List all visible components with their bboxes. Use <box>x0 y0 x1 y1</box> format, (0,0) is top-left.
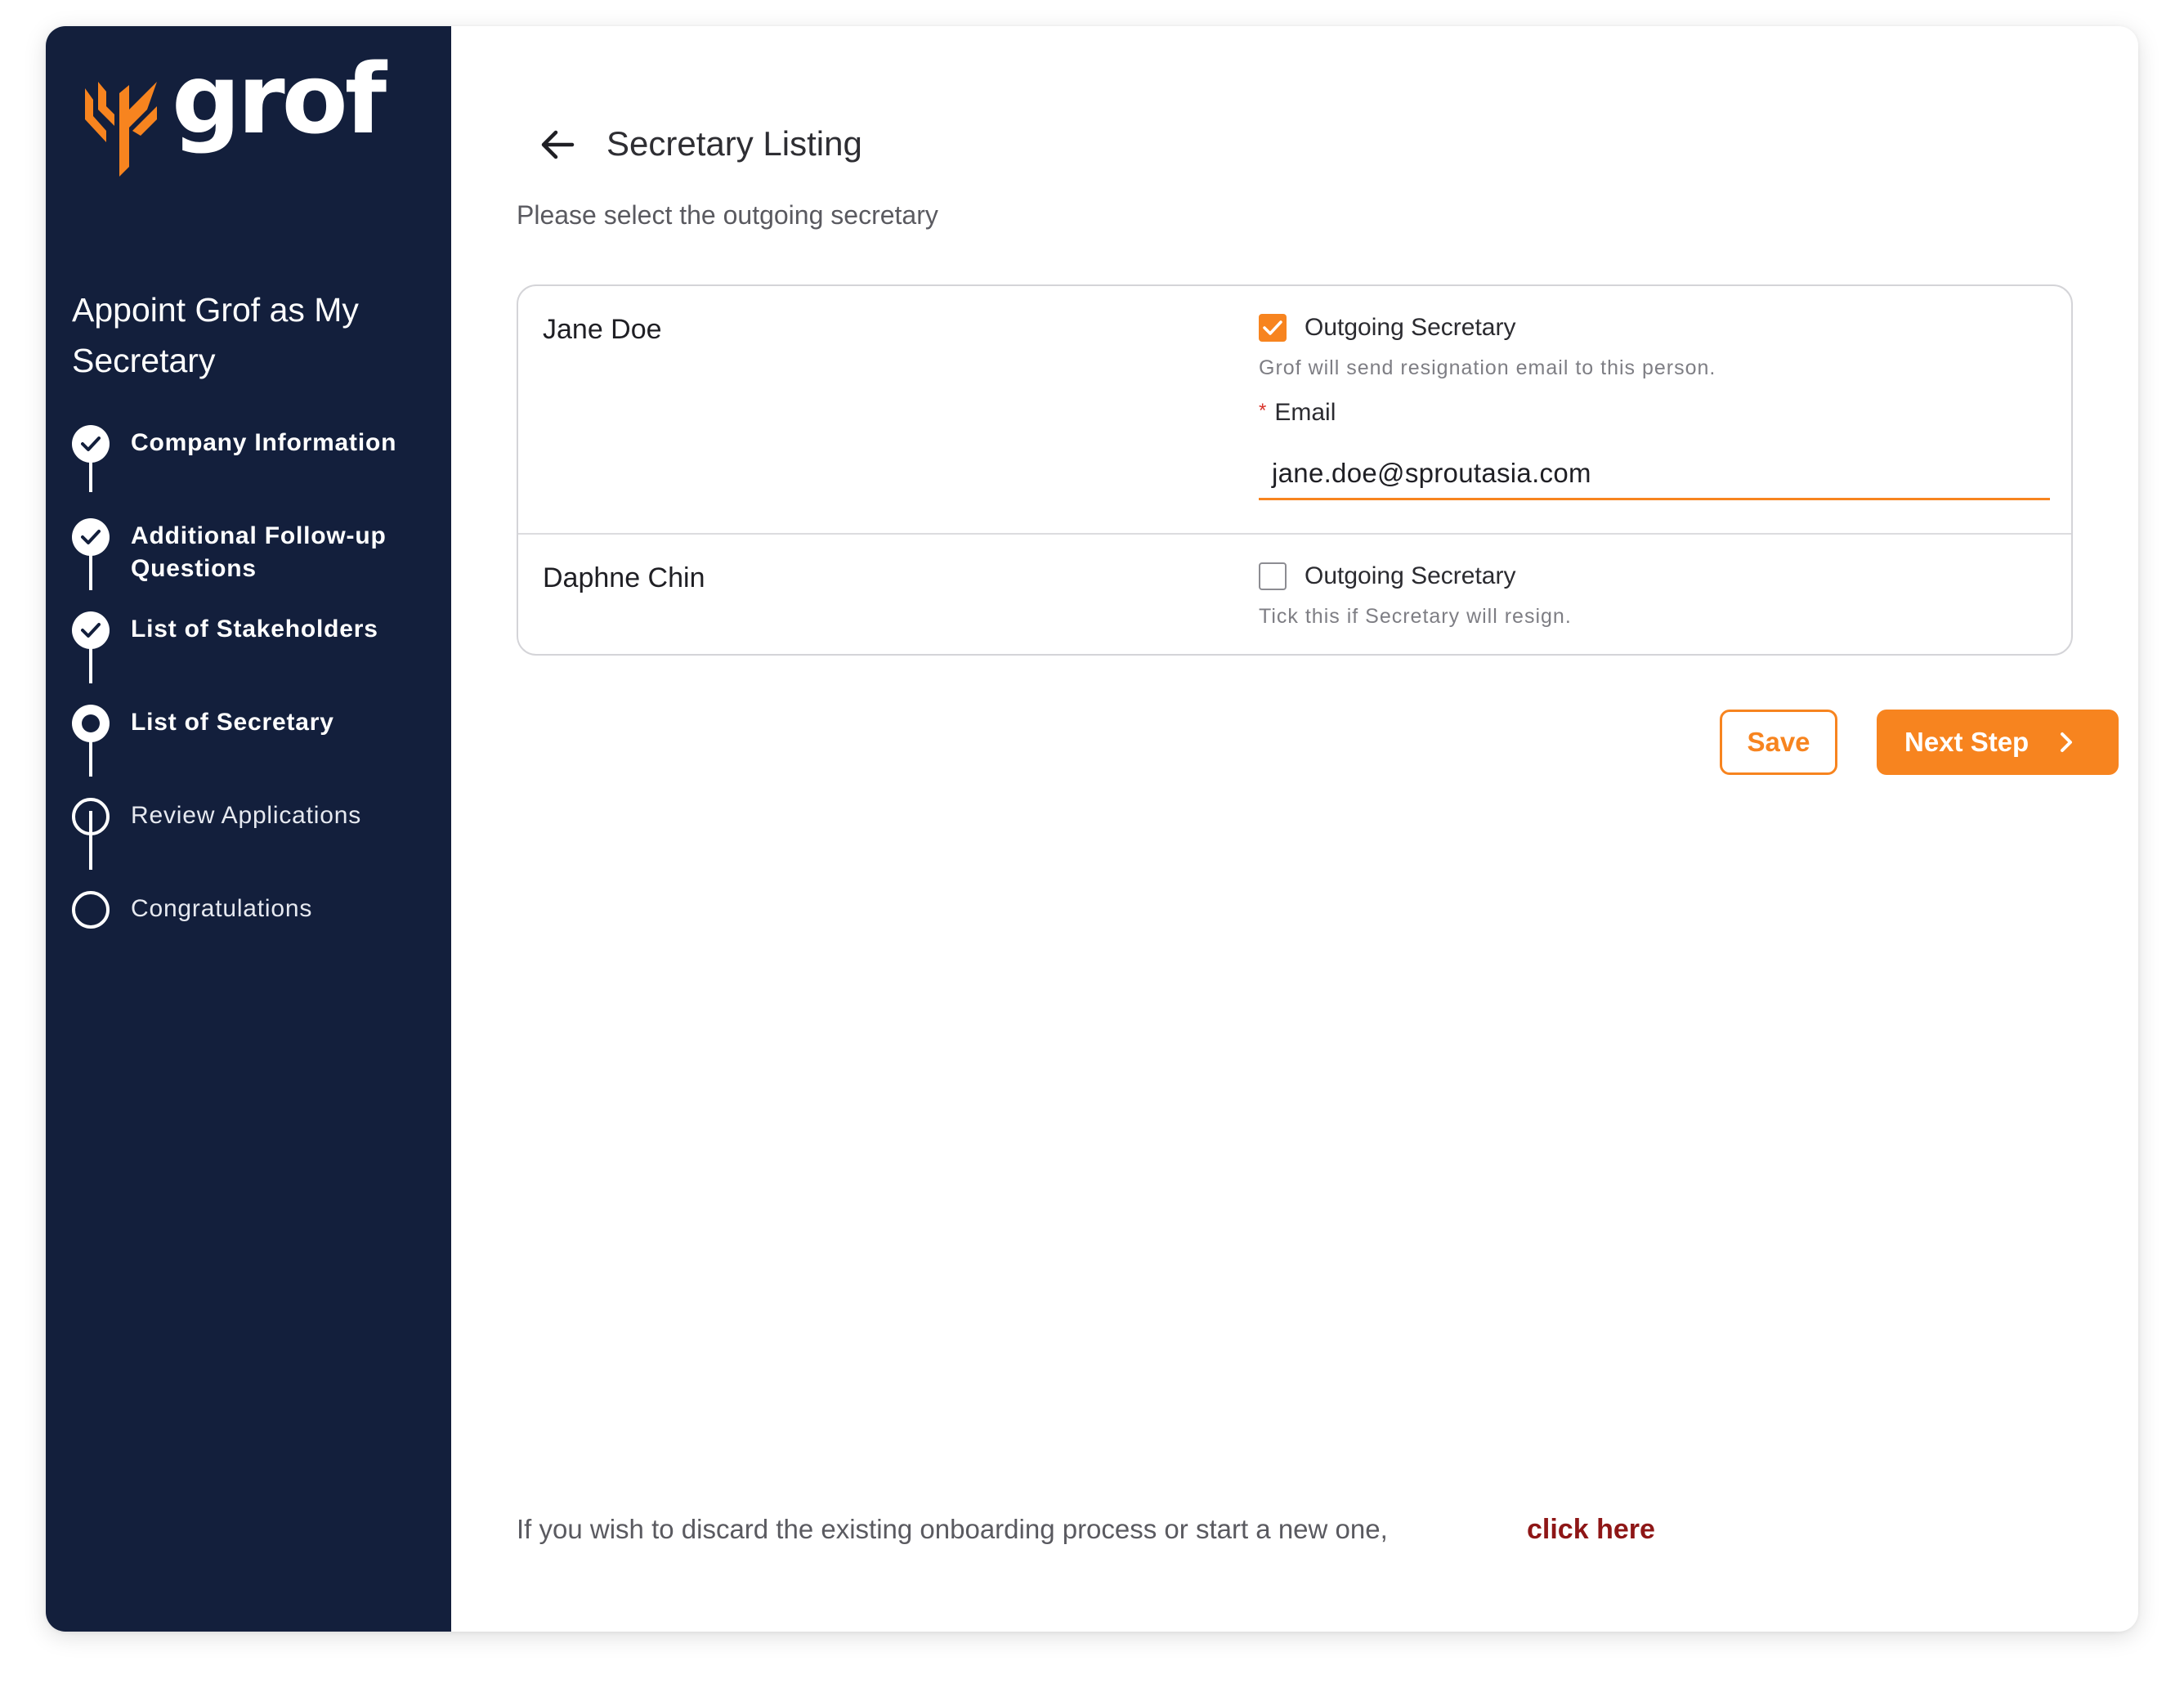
step-pending-icon <box>72 798 110 835</box>
checkbox-hint: Grof will send resignation email to this… <box>1259 356 1716 379</box>
step-done-check-icon <box>72 518 110 556</box>
grof-wordmark: grof <box>172 43 387 155</box>
step-label: Congratulations <box>131 895 313 922</box>
step-label: Review Applications <box>131 802 362 829</box>
save-button[interactable]: Save <box>1720 710 1837 775</box>
required-marker: * <box>1259 400 1267 422</box>
step-current-icon <box>72 705 110 742</box>
row-divider <box>518 533 2071 535</box>
chevron-right-icon <box>2061 732 2072 752</box>
arrow-left-icon[interactable] <box>538 124 579 165</box>
email-label-text: Email <box>1274 399 1336 426</box>
sidebar-title: Appoint Grof as My Secretary <box>72 291 359 379</box>
next-step-label: Next Step <box>1904 727 2030 757</box>
outgoing-secretary-checkbox[interactable] <box>1259 314 1287 342</box>
page-subtitle: Please select the outgoing secretary <box>517 200 938 230</box>
step-done-check-icon <box>72 611 110 649</box>
check-icon <box>1263 320 1282 335</box>
step-pending-icon <box>72 891 110 929</box>
app-window: grof Appoint Grof as My Secretary Compan… <box>46 26 2138 1632</box>
sidebar: grof Appoint Grof as My Secretary Compan… <box>46 26 451 1632</box>
outgoing-secretary-label: Outgoing Secretary <box>1305 562 1516 589</box>
grof-logo-icon <box>85 82 157 177</box>
secretary-name: Jane Doe <box>543 314 662 345</box>
grof-logo: grof <box>82 51 392 177</box>
outgoing-secretary-checkbox[interactable] <box>1259 562 1287 590</box>
secretary-name: Daphne Chin <box>543 562 705 593</box>
main-content: Secretary Listing Please select the outg… <box>451 26 2138 1632</box>
next-step-button[interactable]: Next Step <box>1877 710 2119 775</box>
step-label: Company Information <box>131 429 397 456</box>
discard-notice-text: If you wish to discard the existing onbo… <box>517 1514 1388 1544</box>
secretary-list-card: Jane Doe Outgoing Secretary Grof will se… <box>517 284 2073 656</box>
step-done-check-icon <box>72 425 110 463</box>
step-label: List of Secretary <box>131 709 334 736</box>
email-input[interactable]: jane.doe@sproutasia.com <box>1259 446 2050 500</box>
step-label: Additional Follow-up Questions <box>131 522 387 582</box>
outgoing-secretary-label: Outgoing Secretary <box>1305 314 1516 341</box>
discard-click-here-link[interactable]: click here <box>1527 1511 1655 1548</box>
email-label: * Email <box>1259 394 1336 430</box>
page-title: Secretary Listing <box>606 124 862 163</box>
step-label: List of Stakeholders <box>131 616 378 643</box>
checkbox-hint: Tick this if Secretary will resign. <box>1259 605 1572 628</box>
